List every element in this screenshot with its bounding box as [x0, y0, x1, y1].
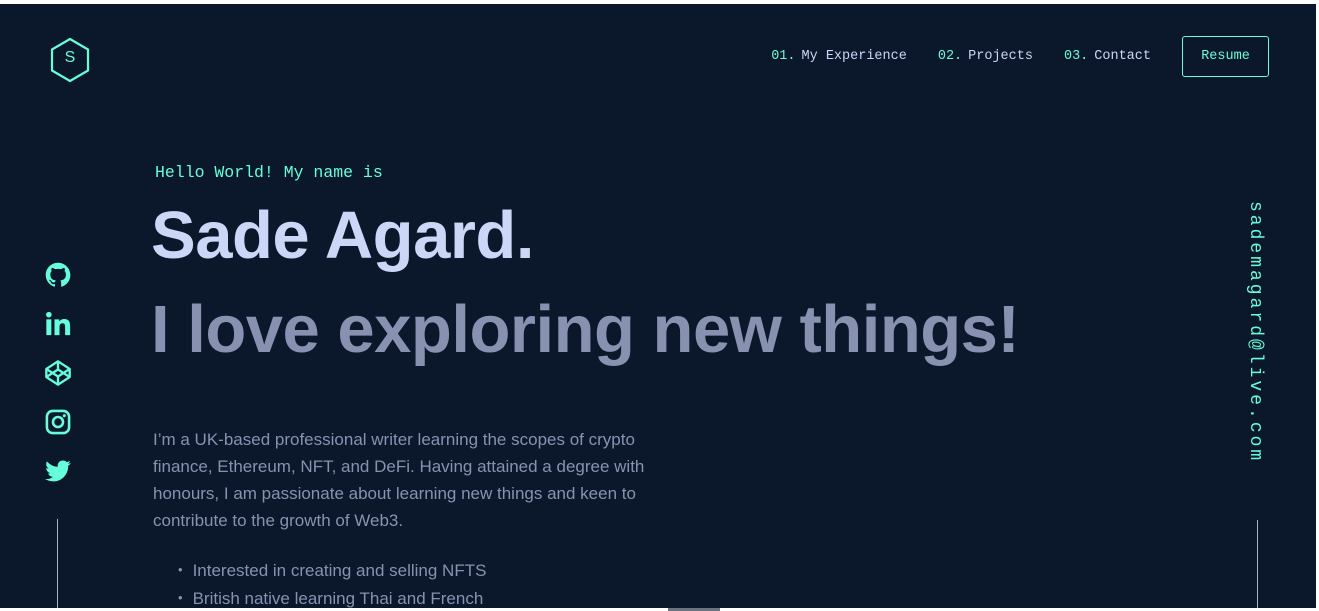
- github-icon: [45, 262, 71, 287]
- top-nav: 01. My Experience 02. Projects 03. Contact …: [771, 36, 1269, 77]
- hero-bullet-list: Interested in creating and selling NFTS …: [178, 557, 487, 608]
- codepen-link[interactable]: [44, 359, 72, 387]
- resume-button[interactable]: Resume: [1182, 36, 1269, 77]
- hero-greeting: Hello World! My name is: [155, 163, 383, 182]
- hero-bio: I’m a UK-based professional writer learn…: [153, 430, 645, 530]
- github-link[interactable]: [44, 261, 72, 289]
- nav-item-experience[interactable]: 01. My Experience: [771, 49, 907, 64]
- instagram-link[interactable]: [44, 408, 72, 436]
- nav-item-contact[interactable]: 03. Contact: [1064, 49, 1151, 64]
- instagram-icon: [45, 409, 71, 435]
- nav-item-number: 03.: [1063, 49, 1089, 64]
- hero-tagline: I love exploring new things!: [151, 292, 1020, 367]
- list-item: British native learning Thai and French: [178, 585, 486, 608]
- twitter-icon: [45, 460, 71, 482]
- right-divider-line: [1257, 520, 1258, 608]
- linkedin-link[interactable]: [44, 310, 72, 338]
- list-item: Interested in creating and selling NFTS: [178, 557, 487, 585]
- hero-name: Sade Agard.: [151, 198, 534, 273]
- nav-item-number: 02.: [937, 49, 963, 64]
- nav-item-number: 01.: [771, 49, 796, 64]
- nav-item-label: My Experience: [801, 49, 907, 64]
- twitter-link[interactable]: [44, 457, 72, 485]
- logo[interactable]: S: [48, 36, 92, 84]
- portfolio-page: S 01. My Experience 02. Projects 03. Contac…: [0, 4, 1316, 608]
- left-divider-line: [57, 519, 58, 608]
- linkedin-icon: [46, 311, 71, 336]
- logo-letter: S: [64, 49, 76, 66]
- social-links: [44, 261, 72, 506]
- nav-item-label: Projects: [968, 49, 1033, 64]
- codepen-icon: [45, 360, 71, 386]
- email-link[interactable]: sademagard@live.com: [1245, 201, 1265, 463]
- nav-item-label: Contact: [1094, 49, 1151, 64]
- nav-item-projects[interactable]: 02. Projects: [938, 49, 1033, 64]
